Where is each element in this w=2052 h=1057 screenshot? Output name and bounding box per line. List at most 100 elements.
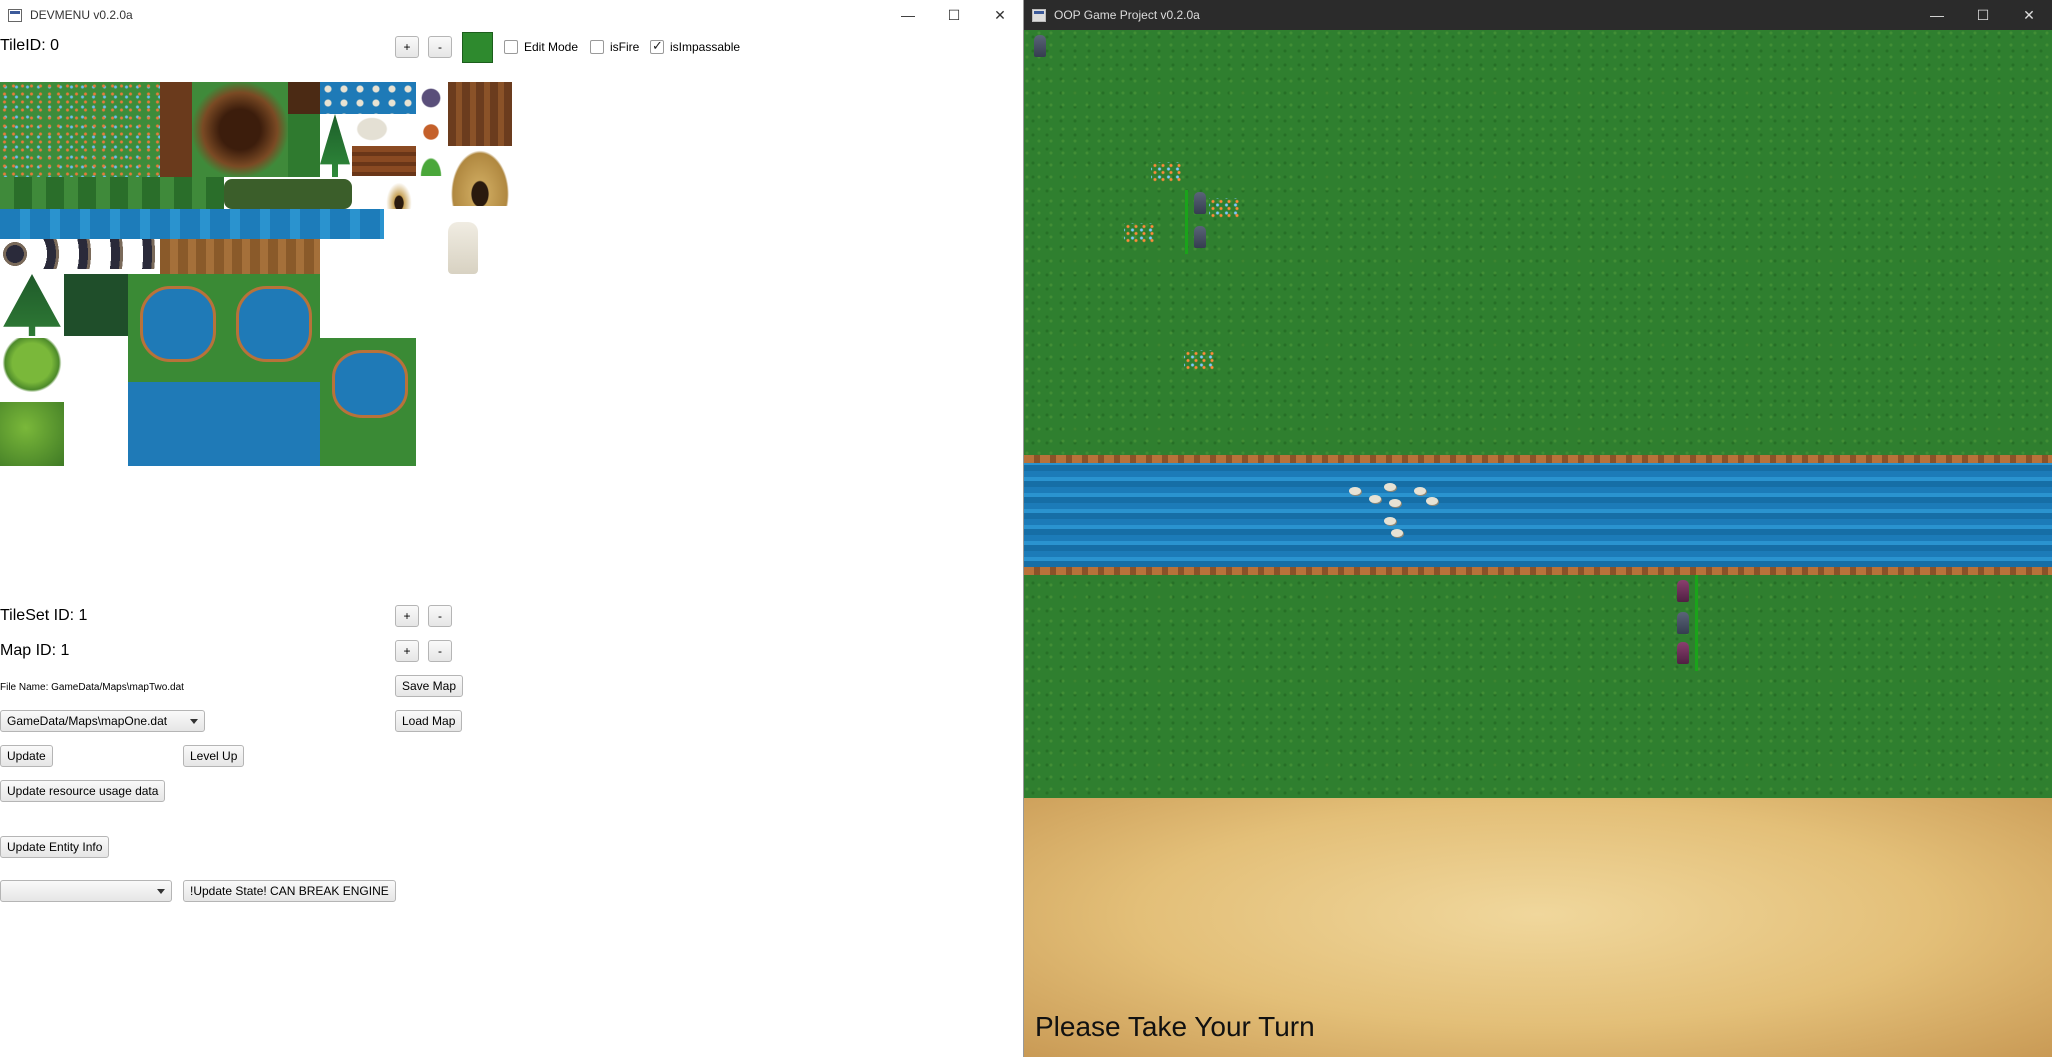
stepping-stones-tile[interactable] [320, 82, 416, 114]
mushroom-tile[interactable] [416, 82, 446, 114]
close-button[interactable]: ✕ [977, 0, 1023, 30]
maximize-button[interactable]: ☐ [931, 0, 977, 30]
pine-tree-tile[interactable] [3, 274, 61, 336]
flower-patch [1209, 198, 1239, 218]
game-window: OOP Game Project v0.2.0a — ☐ ✕ Please Ta… [1024, 0, 2052, 1057]
enemy-unit[interactable] [1677, 642, 1689, 664]
game-window-controls: — ☐ ✕ [1914, 0, 2052, 30]
turn-status-text: Please Take Your Turn [1035, 1011, 1315, 1042]
bush-large-tile[interactable] [0, 402, 64, 466]
minimize-button[interactable]: — [885, 0, 931, 30]
minimize-button[interactable]: — [1914, 0, 1960, 30]
flower-patch [1151, 162, 1181, 182]
map-id-label: Map ID: 1 [0, 642, 70, 659]
grass-block-tile[interactable] [288, 114, 320, 177]
update-button[interactable]: Update [0, 745, 53, 767]
devmenu-title: DEVMENU v0.2.0a [30, 8, 133, 22]
game-titlebar[interactable]: OOP Game Project v0.2.0a — ☐ ✕ [1024, 0, 2052, 30]
bookshelf-tile[interactable] [448, 82, 512, 146]
tile-id-minus-button[interactable]: - [428, 36, 452, 58]
river [1024, 455, 2052, 575]
stepping-stone [1384, 483, 1396, 491]
player-unit-knight[interactable] [1034, 35, 1046, 57]
beehive-hut-tile[interactable] [448, 146, 512, 206]
edit-mode-label: Edit Mode [524, 40, 579, 54]
message-panel: Please Take Your Turn [1024, 798, 2052, 1057]
lake-tile[interactable] [128, 382, 320, 466]
devmenu-window-controls: — ☐ ✕ [885, 0, 1023, 30]
selected-tile-preview [462, 32, 493, 63]
flower-grass-tile[interactable] [0, 82, 160, 177]
app-icon [1032, 8, 1046, 22]
enemy-unit[interactable] [1677, 580, 1689, 602]
is-impassable-label: isImpassable [670, 40, 741, 54]
stepping-stone [1389, 499, 1401, 507]
ally-health-bar [1185, 190, 1188, 254]
small-hut-tile[interactable] [384, 179, 414, 209]
tileset-id-minus-button[interactable]: - [428, 605, 452, 627]
ally-unit-knight[interactable] [1194, 226, 1206, 248]
pit-hole-tile[interactable] [192, 82, 288, 177]
dense-forest-tile[interactable] [64, 274, 128, 336]
flower-patch [1184, 350, 1214, 370]
tile-id-label: TileID: 0 [0, 37, 59, 54]
spider-tile[interactable] [416, 118, 446, 146]
stone-pot-tile[interactable] [0, 239, 160, 269]
dirt-wall-tile[interactable] [160, 82, 192, 177]
close-button[interactable]: ✕ [2006, 0, 2052, 30]
pine-sapling-tile[interactable] [320, 114, 350, 177]
update-entity-button[interactable]: Update Entity Info [0, 836, 110, 858]
stepping-stone [1349, 487, 1361, 495]
stepping-stone [1414, 487, 1426, 495]
edit-mode-checkbox[interactable]: Edit Mode [504, 40, 578, 54]
map-file-select-value: GameData/Maps\mapOne.dat [7, 714, 168, 728]
map-id-plus-button[interactable]: + [395, 640, 419, 662]
pond-water-b [236, 286, 312, 362]
enemy-unit-knight[interactable] [1677, 612, 1689, 634]
game-map[interactable] [1024, 30, 2052, 798]
update-state-button[interactable]: !Update State! CAN BREAK ENGINE [183, 880, 396, 902]
is-fire-box[interactable] [590, 40, 604, 54]
is-fire-label: isFire [610, 40, 640, 54]
stepping-stone [1426, 497, 1438, 505]
save-map-button[interactable]: Save Map [395, 675, 464, 697]
log-pile-tile[interactable] [352, 146, 416, 176]
state-select[interactable] [0, 880, 172, 902]
maximize-button[interactable]: ☐ [1960, 0, 2006, 30]
chevron-down-icon [190, 719, 198, 724]
game-title: OOP Game Project v0.2.0a [1054, 8, 1200, 22]
tileset-id-plus-button[interactable]: + [395, 605, 419, 627]
tile-id-plus-button[interactable]: + [395, 36, 419, 58]
stepping-stone [1391, 529, 1403, 537]
mummy-sprite-tile[interactable] [448, 222, 478, 274]
flower-patch [1124, 223, 1154, 243]
devmenu-window: DEVMENU v0.2.0a — ☐ ✕ TileID: 0 + - Edit… [0, 0, 1024, 1057]
map-file-select[interactable]: GameData/Maps\mapOne.dat [0, 710, 205, 732]
tileset-id-label: TileSet ID: 1 [0, 607, 88, 624]
round-tree-tile[interactable] [0, 338, 64, 400]
level-up-button[interactable]: Level Up [183, 745, 245, 767]
small-pond-water [332, 350, 408, 418]
file-name-label: File Name: GameData/Maps\mapTwo.dat [0, 682, 184, 693]
pond-water-a [140, 286, 216, 362]
ally-unit-knight[interactable] [1194, 192, 1206, 214]
app-icon [8, 8, 22, 22]
water-edge-tile[interactable] [0, 209, 384, 239]
load-map-button[interactable]: Load Map [395, 710, 463, 732]
map-id-minus-button[interactable]: - [428, 640, 452, 662]
chevron-down-icon [157, 889, 165, 894]
devmenu-titlebar[interactable]: DEVMENU v0.2.0a — ☐ ✕ [0, 0, 1023, 30]
enemy-health-bar [1695, 575, 1698, 671]
plants-row-tile[interactable] [0, 177, 224, 209]
edit-mode-box[interactable] [504, 40, 518, 54]
update-resource-button[interactable]: Update resource usage data [0, 780, 166, 802]
is-impassable-checkbox[interactable]: isImpassable [650, 38, 741, 54]
bush-small-tile[interactable] [416, 150, 446, 176]
stepping-stone [1384, 517, 1396, 525]
is-impassable-box[interactable] [650, 38, 664, 54]
stepping-stone [1369, 495, 1381, 503]
tileset-sheet[interactable] [0, 82, 512, 467]
is-fire-checkbox[interactable]: isFire [590, 40, 639, 54]
mossy-log-tile[interactable] [224, 179, 352, 209]
boulder-tile[interactable] [352, 114, 392, 144]
